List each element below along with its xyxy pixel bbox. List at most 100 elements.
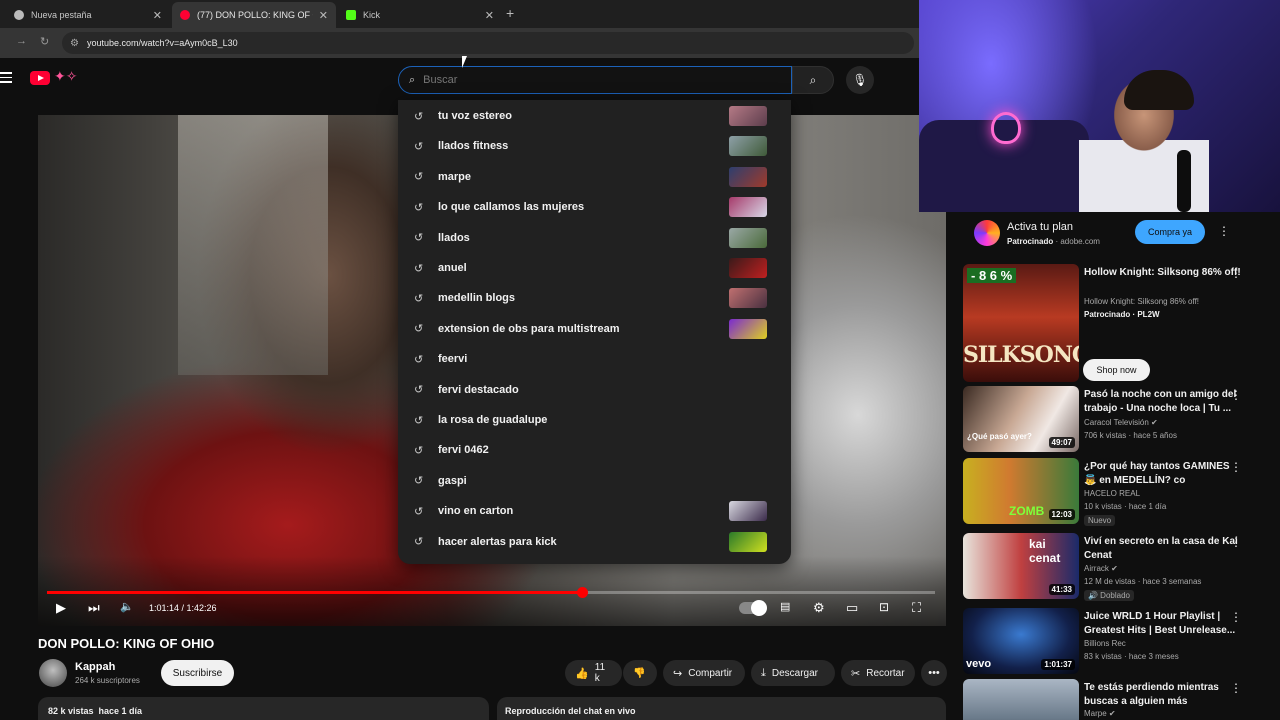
kebab-menu-icon[interactable]: ⋮ [1230,460,1242,474]
more-actions-button[interactable]: ••• [921,660,947,686]
suggestion-item[interactable]: ↺ la rosa de guadalupe [398,405,791,435]
search-input[interactable] [423,74,764,86]
kebab-menu-icon[interactable]: ⋮ [1230,535,1242,549]
video-thumbnail[interactable]: - 8 6 % SILKSONG [963,264,1079,382]
share-button[interactable]: ↪ Compartir [663,660,745,686]
video-thumbnail[interactable]: ZOMB 12:03 [963,458,1079,524]
dislike-button[interactable]: 👎 [623,660,657,686]
search-box[interactable]: ⌕ [398,66,792,94]
cast-icon[interactable]: ⊡ [879,600,889,614]
kebab-menu-icon[interactable]: ⋮ [1230,681,1242,695]
description-box[interactable]: 82 k vistas hace 1 día [38,697,489,720]
channel-name[interactable]: Kappah [75,661,115,673]
video-title[interactable]: Hollow Knight: Silksong 86% off! [1084,266,1242,280]
suggestion-item[interactable]: ↺ llados fitness [398,131,791,161]
next-icon[interactable]: ⏭ [88,600,100,616]
video-card[interactable]: kai cenat 41:33 Viví en secreto en la ca… [962,533,1262,601]
video-card[interactable]: ¿Qué pasó ayer? 49:07 Pasó la noche con … [962,386,1262,452]
volume-icon[interactable]: 🔈 [120,600,134,613]
video-card[interactable]: Te estás perdiendo mientras buscas a alg… [962,679,1262,720]
suggestion-item[interactable]: ↺ feervi [398,344,791,374]
ad-cta-button[interactable]: Compra ya [1135,220,1205,244]
tab-label: Nueva pestaña [31,10,92,20]
video-channel[interactable]: Billions Rec [1084,639,1126,648]
video-title[interactable]: ¿Por qué hay tantos GAMINES 👼 en MEDELLÍ… [1084,460,1242,488]
live-chat-replay[interactable]: Reproducción del chat en vivo [497,697,946,720]
suggestion-thumbnail[interactable] [729,258,767,278]
settings-gear-icon[interactable]: ⚙ [813,600,825,616]
video-line1: Hollow Knight: Silksong 86% off! [1084,297,1200,306]
fullscreen-icon[interactable]: ⛶ [912,600,921,616]
suggestion-thumbnail[interactable] [729,288,767,309]
suggestion-item[interactable]: ↺ tu voz estereo [398,101,791,131]
suggestion-thumbnail[interactable] [729,166,767,187]
video-title[interactable]: Pasó la noche con un amigo del trabajo -… [1084,388,1242,416]
video-card[interactable]: vevo 1:01:37 Juice WRLD 1 Hour Playlist … [962,608,1262,674]
clip-button[interactable]: ✂ Recortar [841,660,915,686]
neon-alien-sign [991,112,1021,144]
url-field[interactable]: ⚙ youtube.com/watch?v=aAym0cB_L30 [62,32,914,54]
suggestion-item[interactable]: ↺ anuel [398,253,791,283]
suggestion-thumbnail[interactable] [729,136,767,157]
video-title[interactable]: Te estás perdiendo mientras buscas a alg… [1084,681,1242,709]
new-tab-button[interactable]: + [506,5,514,21]
autoplay-toggle[interactable] [739,600,767,616]
video-thumbnail[interactable]: kai cenat 41:33 [963,533,1079,599]
video-card[interactable]: - 8 6 % SILKSONG Hollow Knight: Silksong… [962,264,1262,382]
kebab-menu-icon[interactable]: ⋮ [1230,388,1242,402]
download-button[interactable]: ⤓ Descargar [751,660,835,686]
suggestion-item[interactable]: ↺ gaspi [398,466,791,496]
video-thumbnail[interactable]: vevo 1:01:37 [963,608,1079,674]
reload-icon[interactable]: ↻ [40,35,49,48]
suggestion-thumbnail[interactable] [729,227,767,248]
shop-now-button[interactable]: Shop now [1083,359,1150,381]
suggestion-thumbnail[interactable] [729,501,767,522]
suggestion-item[interactable]: ↺ llados [398,223,791,253]
kebab-menu-icon[interactable]: ⋮ [1230,266,1242,280]
suggestion-item[interactable]: ↺ fervi destacado [398,375,791,405]
kebab-menu-icon[interactable]: ⋮ [1218,224,1230,238]
suggestion-item[interactable]: ↺ vino en carton [398,496,791,526]
suggestion-item[interactable]: ↺ extension de obs para multistream [398,314,791,344]
suggestion-item[interactable]: ↺ medellin blogs [398,283,791,313]
video-thumbnail[interactable] [963,679,1079,720]
voice-search-button[interactable]: 🎙 [846,66,874,94]
video-channel[interactable]: Caracol Televisión ✔ [1084,418,1158,427]
video-title[interactable]: Juice WRLD 1 Hour Playlist | Greatest Hi… [1084,610,1242,638]
forward-icon[interactable]: → [16,35,27,47]
close-icon[interactable]: ✕ [319,9,328,22]
video-channel[interactable]: Marpe ✔ [1084,709,1116,718]
ad-card[interactable]: Activa tu plan Patrocinado · adobe.com C… [962,212,1247,254]
site-settings-icon[interactable]: ⚙ [70,38,79,49]
search-button[interactable]: ⌕ [792,66,834,94]
subscribe-button[interactable]: Suscribirse [161,660,234,686]
tab-new[interactable]: Nueva pestaña ✕ [6,2,170,28]
video-title[interactable]: Viví en secreto en la casa de Kai Cenat [1084,535,1242,563]
suggestion-item[interactable]: ↺ fervi 0462 [398,435,791,465]
subtitles-icon[interactable]: ▤ [780,600,790,613]
close-icon[interactable]: ✕ [153,9,162,22]
extension-icons[interactable]: ✦✧ [54,68,77,85]
theater-mode-icon[interactable]: ▭ [846,600,858,616]
tab-kick[interactable]: Kick ✕ [338,2,502,28]
progress-bar[interactable] [47,587,935,598]
suggestion-thumbnail[interactable] [729,531,767,552]
video-channel[interactable]: Airrack ✔ [1084,564,1118,573]
channel-avatar[interactable] [39,659,67,687]
suggestion-thumbnail[interactable] [729,106,767,126]
play-icon[interactable]: ▶ [56,600,66,616]
video-channel[interactable]: HACELO REAL [1084,489,1140,498]
suggestion-item[interactable]: ↺ marpe [398,162,791,192]
close-icon[interactable]: ✕ [485,9,494,22]
video-card[interactable]: ZOMB 12:03 ¿Por qué hay tantos GAMINES 👼… [962,458,1262,526]
suggestion-item[interactable]: ↺ lo que callamos las mujeres [398,192,791,222]
like-button[interactable]: 👍 11 k [565,660,622,686]
suggestion-thumbnail[interactable] [729,318,767,339]
suggestion-thumbnail[interactable] [729,197,767,218]
tab-youtube[interactable]: (77) DON POLLO: KING OF OHIO ✕ [172,2,336,28]
suggestion-item[interactable]: ↺ hacer alertas para kick [398,527,791,557]
video-thumbnail[interactable]: ¿Qué pasó ayer? 49:07 [963,386,1079,452]
hamburger-menu-icon[interactable] [0,72,12,84]
kebab-menu-icon[interactable]: ⋮ [1230,610,1242,624]
youtube-logo[interactable] [30,71,50,85]
